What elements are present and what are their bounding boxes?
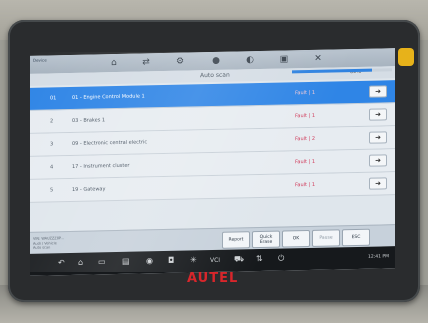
vehicle-info-line: Auto scan xyxy=(33,245,51,250)
row-number: 5 xyxy=(50,187,54,194)
car-icon[interactable]: ⛟ xyxy=(234,254,244,264)
module-name: 19 - Gateway xyxy=(72,186,106,193)
fault-status: Fault | 1 xyxy=(295,158,316,166)
gear-icon[interactable]: ⚙ xyxy=(174,56,186,68)
info-icon[interactable]: ◐ xyxy=(244,54,256,66)
arrow-right-icon[interactable]: ➜ xyxy=(369,177,387,190)
fault-status: Fault | 1 xyxy=(295,89,316,97)
arrow-right-icon[interactable]: ➜ xyxy=(369,154,387,167)
swap-icon[interactable]: ⇄ xyxy=(140,56,152,68)
report-button[interactable]: Report xyxy=(222,231,250,249)
tablet-screen: Device ⌂ ⇄ ⚙ ● ◐ ▣ ✕ Auto scan 80% 01 01… xyxy=(30,48,395,276)
fault-status: Fault | 2 xyxy=(295,135,316,143)
pause-button[interactable]: Pause xyxy=(312,229,340,247)
globe-icon[interactable]: ● xyxy=(210,55,222,67)
row-number: 2 xyxy=(50,118,54,125)
vci-label[interactable]: VCI xyxy=(210,257,220,264)
module-name: 09 - Electronic central electric xyxy=(72,139,148,147)
sticker xyxy=(398,48,414,66)
quick-erase-button[interactable]: Quick Erase xyxy=(252,230,280,249)
brand-logo: AUTEL xyxy=(187,271,239,286)
row-number: 4 xyxy=(50,164,54,171)
fault-status: Fault | 1 xyxy=(295,112,316,120)
browser-icon[interactable]: ◉ xyxy=(146,256,153,265)
scanner-icon[interactable]: ▤ xyxy=(122,257,130,266)
home-nav-icon[interactable]: ⌂ xyxy=(78,258,83,267)
row-number: 3 xyxy=(50,141,54,148)
module-name: 01 - Engine Control Module 1 xyxy=(72,93,145,101)
arrow-right-icon[interactable]: ➜ xyxy=(369,85,387,98)
row-number: 01 xyxy=(50,95,57,102)
vehicle-info: VIN: WAUZZZ8P... Audi / Vehicle Auto sca… xyxy=(33,236,64,250)
arrow-right-icon[interactable]: ➜ xyxy=(369,131,387,144)
brightness-icon[interactable]: ✳ xyxy=(190,255,197,264)
print-icon[interactable]: ▣ xyxy=(278,53,290,65)
ok-button[interactable]: OK xyxy=(282,229,310,248)
camera-icon[interactable]: ◘ xyxy=(168,256,174,265)
network-icon[interactable]: ⇅ xyxy=(256,254,263,263)
module-list: 01 01 - Engine Control Module 1 Fault | … xyxy=(30,80,395,203)
arrow-right-icon[interactable]: ➜ xyxy=(369,108,387,121)
module-name: 17 - Instrument cluster xyxy=(72,162,130,170)
device-label: Device xyxy=(33,57,47,63)
close-icon[interactable]: ✕ xyxy=(312,53,324,65)
module-name: 03 - Brakes 1 xyxy=(72,117,106,124)
home-icon[interactable]: ⌂ xyxy=(108,57,120,69)
fault-status: Fault | 1 xyxy=(295,181,316,189)
scan-title: Auto scan xyxy=(200,71,230,80)
recent-apps-icon[interactable]: ▭ xyxy=(98,257,106,266)
back-icon[interactable]: ↶ xyxy=(58,258,65,267)
esc-button[interactable]: ESC xyxy=(342,228,370,247)
status-clock: 12:41 PM xyxy=(368,254,389,260)
power-icon[interactable]: ⏻ xyxy=(278,253,284,263)
